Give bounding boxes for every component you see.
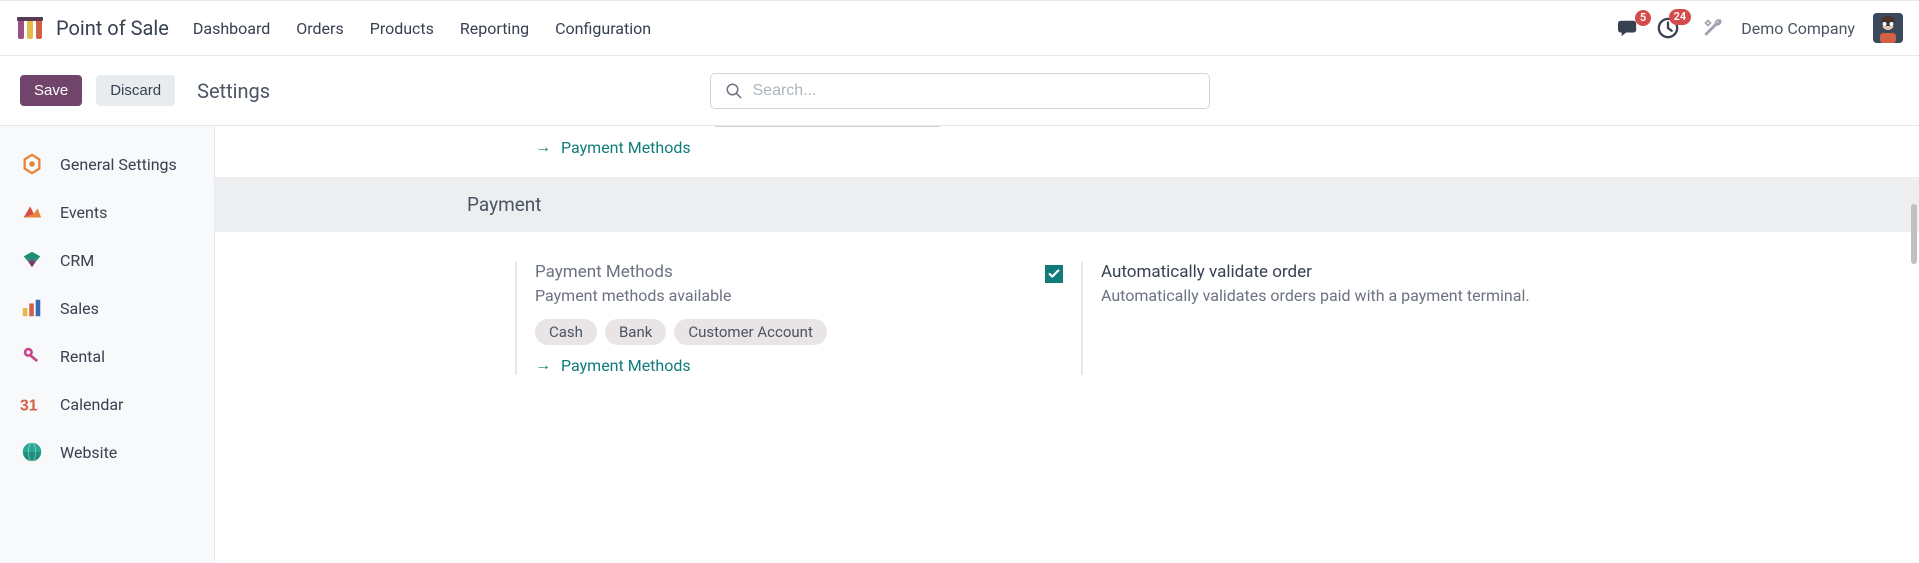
top-navbar: Point of Sale Dashboard Orders Products …	[0, 0, 1919, 56]
search-icon	[725, 82, 743, 100]
search-input[interactable]	[753, 82, 1195, 100]
nav-orders[interactable]: Orders	[296, 19, 343, 38]
sidebar-item-sales[interactable]: Sales	[0, 284, 214, 332]
auto-validate-checkbox[interactable]	[1045, 265, 1063, 283]
link-label: Payment Methods	[561, 138, 691, 157]
control-bar: Save Discard Settings	[0, 56, 1919, 126]
setting-desc: Payment methods available	[535, 286, 1035, 305]
prev-section-tail: → Payment Methods	[215, 126, 1919, 177]
sidebar-item-label: Rental	[60, 347, 105, 366]
sidebar-item-calendar[interactable]: 31 Calendar	[0, 380, 214, 428]
nav-menu: Dashboard Orders Products Reporting Conf…	[193, 19, 651, 38]
arrow-right-icon: →	[535, 355, 551, 375]
app-brand[interactable]: Point of Sale	[16, 15, 169, 41]
messages-badge: 5	[1635, 10, 1651, 26]
company-selector[interactable]: Demo Company	[1741, 19, 1855, 38]
sidebar-item-label: Website	[60, 443, 117, 462]
sidebar-item-label: Events	[60, 203, 107, 222]
gear-hex-icon	[20, 152, 44, 176]
activities-badge: 24	[1669, 9, 1692, 25]
tag-cash[interactable]: Cash	[535, 319, 597, 345]
section-header-payment: Payment	[215, 177, 1919, 232]
website-icon	[20, 440, 44, 464]
arrow-right-icon: →	[535, 137, 551, 157]
sidebar-item-website[interactable]: Website	[0, 428, 214, 476]
calendar-icon: 31	[20, 392, 44, 416]
sidebar-item-label: General Settings	[60, 155, 177, 174]
link-label: Payment Methods	[561, 356, 691, 375]
sales-icon	[20, 296, 44, 320]
settings-sidebar: General Settings Events CRM Sales Rental	[0, 126, 215, 563]
settings-content: → Payment Methods Payment Payment Method…	[215, 126, 1919, 563]
app-name: Point of Sale	[56, 16, 169, 40]
activities-icon[interactable]: 24	[1657, 17, 1679, 39]
nav-products[interactable]: Products	[370, 19, 434, 38]
payment-methods-link-top[interactable]: → Payment Methods	[215, 133, 1919, 177]
setting-title: Payment Methods	[535, 262, 1035, 282]
payment-method-tags[interactable]: Cash Bank Customer Account	[535, 319, 1035, 345]
svg-text:31: 31	[20, 397, 38, 414]
nav-dashboard[interactable]: Dashboard	[193, 19, 270, 38]
scrollbar[interactable]	[1911, 204, 1919, 563]
discard-button[interactable]: Discard	[96, 75, 175, 106]
sidebar-item-label: Sales	[60, 299, 99, 318]
check-icon	[1047, 267, 1061, 281]
sidebar-item-label: CRM	[60, 251, 94, 270]
events-icon	[20, 200, 44, 224]
messages-icon[interactable]: 5	[1617, 18, 1639, 38]
rental-key-icon	[20, 344, 44, 368]
save-button[interactable]: Save	[20, 75, 82, 106]
tools-icon[interactable]	[1703, 18, 1723, 38]
sidebar-item-general[interactable]: General Settings	[0, 140, 214, 188]
sidebar-item-crm[interactable]: CRM	[0, 236, 214, 284]
scrollbar-thumb[interactable]	[1911, 204, 1917, 264]
crm-icon	[20, 248, 44, 272]
nav-reporting[interactable]: Reporting	[460, 19, 529, 38]
setting-title: Automatically validate order	[1101, 262, 1530, 282]
navbar-left: Point of Sale Dashboard Orders Products …	[16, 15, 1617, 41]
setting-payment-methods: Payment Methods Payment methods availabl…	[515, 262, 1035, 375]
tag-customer-account[interactable]: Customer Account	[674, 319, 827, 345]
main: General Settings Events CRM Sales Rental	[0, 126, 1919, 563]
sidebar-item-events[interactable]: Events	[0, 188, 214, 236]
setting-desc: Automatically validates orders paid with…	[1101, 286, 1530, 305]
sidebar-item-rental[interactable]: Rental	[0, 332, 214, 380]
setting-auto-validate: Automatically validate order Automatical…	[1035, 262, 1879, 375]
nav-configuration[interactable]: Configuration	[555, 19, 651, 38]
page-title: Settings	[197, 79, 270, 103]
user-avatar[interactable]	[1873, 13, 1903, 43]
settings-grid: Payment Methods Payment methods availabl…	[215, 232, 1919, 385]
tag-bank[interactable]: Bank	[605, 319, 666, 345]
navbar-right: 5 24 Demo Company	[1617, 13, 1903, 43]
input-underline	[715, 126, 940, 127]
sidebar-item-label: Calendar	[60, 395, 123, 414]
app-logo-icon	[16, 15, 46, 41]
search-box[interactable]	[710, 73, 1210, 109]
payment-methods-link[interactable]: → Payment Methods	[535, 355, 1035, 375]
